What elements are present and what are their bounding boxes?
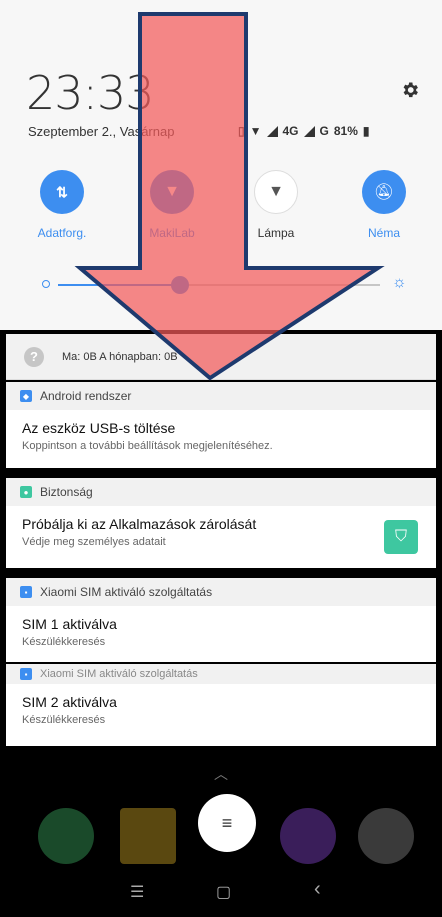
- toggle-data-label: Adatforg.: [37, 226, 87, 240]
- clear-notifications-button[interactable]: ≡: [198, 794, 256, 852]
- toggle-silent-label: Néma: [367, 226, 400, 240]
- battery-icon: ▮: [362, 124, 370, 138]
- notif-title: Az eszköz USB-s töltése: [22, 420, 176, 436]
- bell-off-icon: 🔕︎: [373, 184, 395, 201]
- toggle-flashlight[interactable]: ▼ Lámpa: [226, 170, 326, 240]
- signal-icon-2: [303, 125, 315, 137]
- notif-app-name: Biztonság: [40, 485, 93, 499]
- notif-app-name: Xiaomi SIM aktiváló szolgáltatás: [40, 585, 213, 599]
- gear-icon[interactable]: [400, 80, 420, 100]
- wifi-status-icon: ▼: [249, 124, 262, 138]
- toggle-wifi-label: MakiLab: [149, 226, 195, 240]
- notification-usb[interactable]: ◆ Android rendszer Az eszköz USB-s töltés…: [6, 382, 436, 468]
- camera-app-icon[interactable]: [358, 808, 414, 864]
- toggle-silent[interactable]: 🔕︎ Néma: [334, 170, 434, 240]
- vibrate-icon: ▯: [238, 124, 245, 138]
- menu-button[interactable]: ☰: [130, 882, 144, 902]
- status-bar: ▯ ▼ 4G G 81% ▮: [238, 124, 370, 138]
- app-lock-button[interactable]: ⛉: [384, 520, 418, 554]
- data-usage-text: Ma: 0B A hónapban: 0B: [62, 350, 178, 363]
- brightness-low-icon: [42, 280, 50, 288]
- notif-subtitle: Koppintson a további beállítások megjele…: [22, 440, 273, 452]
- music-app-icon[interactable]: [280, 808, 336, 864]
- notif-title: SIM 2 aktiválva: [22, 694, 117, 710]
- clear-icon: ≡: [221, 812, 233, 833]
- flashlight-icon: ▼: [268, 183, 284, 200]
- android-icon: ◆: [20, 390, 32, 402]
- battery-level: 81%: [333, 124, 358, 138]
- network-type: 4G: [282, 124, 299, 138]
- toggle-flashlight-label: Lámpa: [257, 226, 295, 240]
- security-app-icon: ●: [20, 486, 32, 498]
- notif-app-name: Android rendszer: [40, 389, 132, 403]
- notif-subtitle: Védje meg személyes adatait: [22, 536, 166, 548]
- notification-sim2[interactable]: ▪ Xiaomi SIM aktiváló szolgáltatás SIM 2 …: [6, 664, 436, 746]
- network-type-2: G: [319, 124, 329, 138]
- data-usage-bar[interactable]: ? Ma: 0B A hónapban: 0B: [6, 334, 436, 380]
- messages-app-icon[interactable]: [120, 808, 176, 864]
- notif-title: Próbálja ki az Alkalmazások zárolását: [22, 516, 257, 532]
- toggle-wifi[interactable]: ▼ MakiLab: [122, 170, 222, 240]
- brightness-knob[interactable]: [171, 276, 189, 294]
- home-button[interactable]: ▢: [216, 882, 231, 902]
- back-button[interactable]: ‹: [314, 878, 321, 901]
- brightness-high-icon: ☼: [392, 274, 407, 291]
- sim-app-icon: ▪: [20, 668, 32, 680]
- data-transfer-icon: ⇅: [56, 183, 68, 200]
- chevron-up-icon[interactable]: ︿: [214, 764, 228, 784]
- sim-app-icon: ▪: [20, 586, 32, 598]
- notif-subtitle: Készülékkeresés: [22, 636, 106, 648]
- signal-icon: [266, 125, 278, 137]
- brightness-fill: [58, 284, 180, 286]
- notification-shade: [0, 0, 442, 330]
- notif-title: SIM 1 aktiválva: [22, 616, 117, 632]
- notif-subtitle: Készülékkeresés: [22, 714, 106, 726]
- notification-security[interactable]: ● Biztonság Próbálja ki az Alkalmazások z…: [6, 478, 436, 568]
- phone-app-icon[interactable]: [38, 808, 94, 864]
- shield-icon: ⛉: [394, 528, 407, 545]
- clock: 23:33: [26, 66, 155, 120]
- notif-app-name: Xiaomi SIM aktiváló szolgáltatás: [40, 668, 198, 680]
- toggle-data[interactable]: ⇅ Adatforg.: [12, 170, 112, 240]
- notification-sim1[interactable]: ▪ Xiaomi SIM aktiváló szolgáltatás SIM 1 …: [6, 578, 436, 662]
- date: Szeptember 2., Vasárnap: [28, 124, 175, 139]
- question-icon: ?: [24, 346, 44, 367]
- wifi-icon: ▼: [164, 183, 180, 200]
